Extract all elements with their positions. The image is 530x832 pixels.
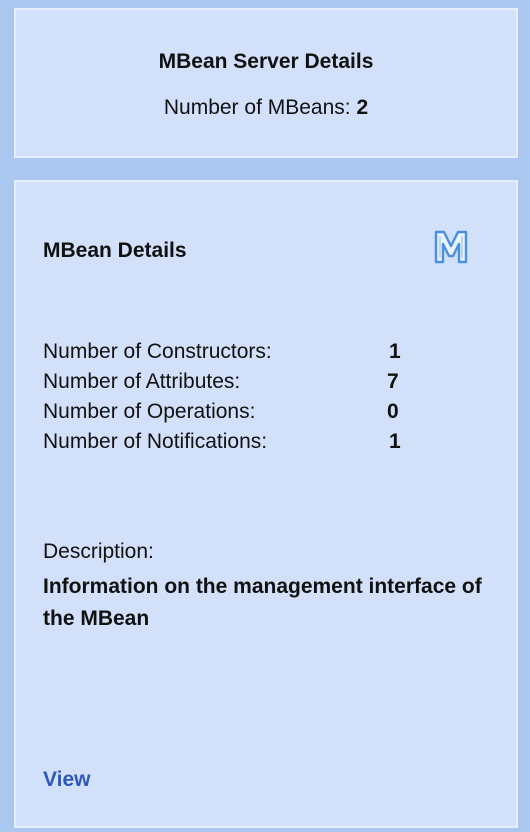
operations-value: 0 bbox=[387, 400, 399, 423]
mbean-server-details-panel: MBean Server Details Number of MBeans: 2 bbox=[14, 8, 518, 158]
server-details-title: MBean Server Details bbox=[158, 50, 374, 73]
operations-label: Number of Operations: bbox=[43, 400, 256, 423]
attributes-value: 7 bbox=[387, 370, 399, 393]
mbean-count-value: 2 bbox=[356, 96, 369, 119]
mbean-details-panel: MBean Details Number of Constructors: 1 … bbox=[14, 180, 518, 828]
notifications-label: Number of Notifications: bbox=[43, 430, 268, 453]
mbean-details-title: MBean Details bbox=[43, 239, 187, 262]
view-link[interactable]: View bbox=[43, 768, 90, 792]
attributes-label: Number of Attributes: bbox=[43, 370, 241, 393]
description-label: Description: bbox=[43, 540, 154, 563]
mbean-m-icon bbox=[434, 230, 468, 264]
notifications-value: 1 bbox=[389, 430, 401, 453]
mbean-count: Number of MBeans: 2 bbox=[16, 96, 516, 120]
constructors-label: Number of Constructors: bbox=[43, 340, 272, 363]
constructors-value: 1 bbox=[389, 340, 401, 363]
mbean-count-label: Number of MBeans: bbox=[163, 96, 351, 119]
description-text: Information on the management interface … bbox=[43, 575, 482, 630]
